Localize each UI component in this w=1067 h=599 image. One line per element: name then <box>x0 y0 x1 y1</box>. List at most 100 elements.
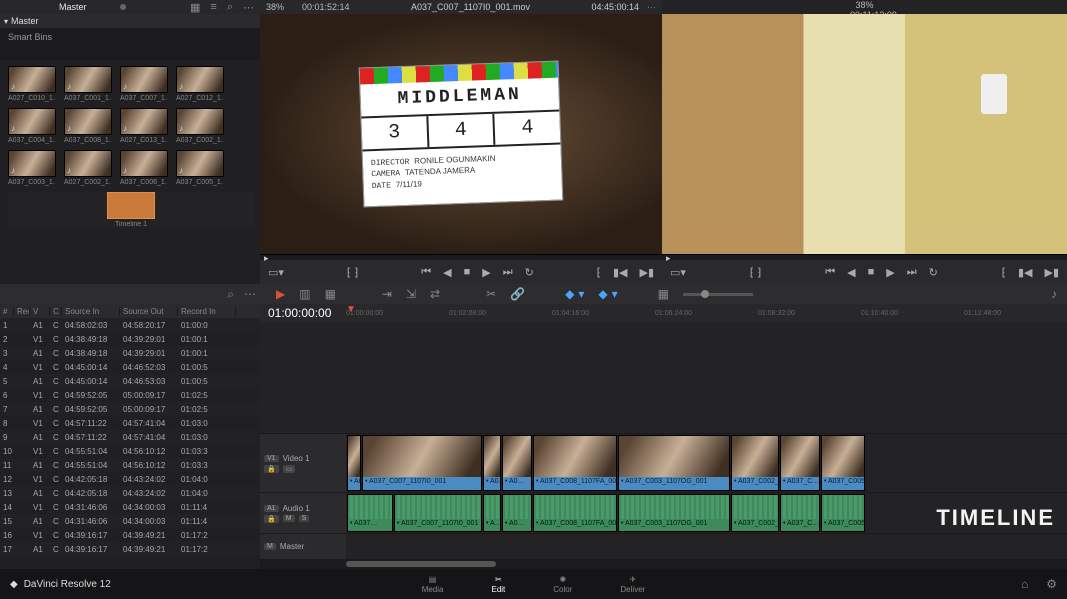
media-clip[interactable]: ♪A037_C001_1… <box>64 66 112 102</box>
idx-search-icon[interactable]: ⌕ <box>227 287 234 302</box>
idx-options-icon[interactable]: ⋯ <box>244 287 256 302</box>
edit-index-row[interactable]: 17A1C04:39:16:1704:39:49:2101:17:2 <box>0 542 260 556</box>
selection-tool-icon[interactable]: ▥ <box>299 287 310 301</box>
timeline-video-clip[interactable]: • A037_C… <box>780 435 820 491</box>
media-clip[interactable]: ♪A027_C002_1… <box>64 150 112 186</box>
insert-icon[interactable]: ⇥ <box>382 287 392 301</box>
edit-index-row[interactable]: 12V1C04:42:05:1804:43:24:0201:04:0 <box>0 472 260 486</box>
options-icon[interactable]: ⋯ <box>243 1 254 14</box>
edit-index-row[interactable]: 13A1C04:42:05:1804:43:24:0201:04:0 <box>0 486 260 500</box>
marker-icon[interactable]: ◆ <box>598 287 607 301</box>
src-step-fwd-icon[interactable]: ⏭ <box>503 266 513 279</box>
timeline-video-clip[interactable]: • A037_C002_11… <box>731 435 779 491</box>
timeline-audio-clip[interactable]: • A037_C007_1107I0_001 <box>394 494 482 532</box>
edit-index-row[interactable]: 3A1C04:38:49:1804:39:29:0101:00:1 <box>0 346 260 360</box>
col-recin[interactable]: Record In <box>178 307 236 316</box>
timeline-video-clip[interactable]: • A037_C007_1107I0_001 <box>362 435 482 491</box>
arrow-tool-icon[interactable]: ▶ <box>276 287 285 301</box>
snap-icon[interactable]: ◆ <box>565 287 574 301</box>
blade-tool-icon[interactable]: ✂ <box>486 287 496 301</box>
src-view-mode-icon[interactable]: ▭▾ <box>268 266 284 279</box>
trim-tool-icon[interactable]: ▦ <box>325 287 336 301</box>
timeline-clip[interactable]: Timeline 1 <box>8 192 254 228</box>
page-color[interactable]: ✺Color <box>553 575 572 594</box>
rec-jogbar[interactable]: ▸ <box>662 254 1067 260</box>
master-header[interactable]: MMaster <box>260 534 346 559</box>
link-icon[interactable]: 🔗 <box>510 287 525 301</box>
col-srcout[interactable]: Source Out <box>120 307 178 316</box>
src-play-icon[interactable]: ▶ <box>482 266 490 279</box>
media-clip[interactable]: ♪A037_C004_1… <box>8 108 56 144</box>
edit-index-row[interactable]: 7A1C04:59:52:0505:00:09:1701:02:5 <box>0 402 260 416</box>
master-bin-row[interactable]: ▾ Master <box>0 14 260 28</box>
timeline-audio-clip[interactable]: • A037… <box>347 494 393 532</box>
smart-bins-header[interactable]: Smart Bins <box>0 28 260 60</box>
timeline-audio-clip[interactable]: • A037_C003_1107OG_001 <box>618 494 730 532</box>
media-clip[interactable]: ♪A037_C008_1… <box>64 108 112 144</box>
v1-clip-area[interactable]: • A037…• A037_C007_1107I0_001• A0…• A0…•… <box>346 434 1067 492</box>
timeline-video-clip[interactable]: • A037_C005… <box>821 435 865 491</box>
media-clip[interactable]: ♪A037_C007_1… <box>120 66 168 102</box>
rec-prev-edit-icon[interactable]: ▮◀ <box>1018 266 1033 279</box>
edit-index-row[interactable]: 6V1C04:59:52:0505:00:09:1701:02:5 <box>0 388 260 402</box>
v1-header[interactable]: V1Video 1 🔒▭ <box>260 434 346 492</box>
edit-index-row[interactable]: 2V1C04:38:49:1804:39:29:0101:00:1 <box>0 332 260 346</box>
flag-icon[interactable]: ▦ <box>658 287 669 301</box>
src-step-back-icon[interactable]: ◀ <box>443 266 451 279</box>
edit-index-row[interactable]: 11A1C04:55:51:0404:56:10:1201:03:3 <box>0 458 260 472</box>
page-edit[interactable]: ✂Edit <box>491 575 505 594</box>
media-clip[interactable]: ♪A037_C003_1… <box>8 150 56 186</box>
rec-first-frame-icon[interactable]: ⏮ <box>825 266 835 279</box>
timeline-audio-clip[interactable]: • A037_C002_11… <box>731 494 779 532</box>
edit-index-row[interactable]: 16V1C04:39:16:1704:39:49:2101:17:2 <box>0 528 260 542</box>
src-zoom[interactable]: 38% <box>266 2 284 12</box>
timeline-video-clip[interactable]: • A0… <box>483 435 501 491</box>
src-loop-icon[interactable]: ↻ <box>525 266 534 279</box>
v1-lock-icon[interactable]: 🔒 <box>264 465 279 473</box>
search-icon[interactable]: ⌕ <box>227 1 233 14</box>
timeline-video-clip[interactable]: • A037_C008_1107FA_001 <box>533 435 617 491</box>
a1-mute-icon[interactable]: M <box>283 515 295 522</box>
media-clip[interactable]: ♪A037_C005_1… <box>176 150 224 186</box>
rec-loop-icon[interactable]: ↻ <box>929 266 938 279</box>
timeline-audio-clip[interactable]: • A… <box>483 494 501 532</box>
src-next-edit-icon[interactable]: ▶▮ <box>639 266 654 279</box>
a1-header[interactable]: A1Audio 1 🔒MS <box>260 493 346 533</box>
overwrite-icon[interactable]: ⇲ <box>406 287 416 301</box>
rec-zoom[interactable]: 38% <box>855 0 873 10</box>
media-clip[interactable]: ♪A027_C010_1… <box>8 66 56 102</box>
timeline-audio-clip[interactable]: • A037_C008_1107FA_001 <box>533 494 617 532</box>
src-jogbar[interactable]: ▸ <box>260 254 662 260</box>
a1-solo-icon[interactable]: S <box>299 515 310 522</box>
rec-stop-icon[interactable]: ■ <box>868 266 875 278</box>
timeline-audio-clip[interactable]: • A0… <box>502 494 532 532</box>
rec-play-icon[interactable]: ▶ <box>886 266 894 279</box>
col-ree[interactable]: Ree <box>14 307 30 316</box>
a1-lock-icon[interactable]: 🔒 <box>264 515 279 523</box>
master-clip-area[interactable] <box>346 534 1067 559</box>
src-options-icon[interactable]: ⋯ <box>647 2 656 13</box>
col-c[interactable]: C <box>50 307 62 316</box>
page-deliver[interactable]: ✈Deliver <box>620 575 645 594</box>
edit-index-row[interactable]: 10V1C04:55:51:0404:56:10:1201:03:3 <box>0 444 260 458</box>
col-v[interactable]: V <box>30 307 50 316</box>
replace-icon[interactable]: ⇄ <box>430 287 440 301</box>
rec-mark-in-icon[interactable]: ⁅ <box>1002 266 1006 279</box>
media-clip[interactable]: ♪A027_C013_1… <box>120 108 168 144</box>
timeline-audio-clip[interactable]: • A037_C… <box>780 494 820 532</box>
src-mark-in-icon[interactable]: ⁅ <box>597 266 601 279</box>
record-viewer[interactable] <box>662 14 1067 254</box>
playhead-icon[interactable]: ▼ <box>346 304 356 315</box>
rec-next-edit-icon[interactable]: ▶▮ <box>1044 266 1059 279</box>
timeline-hscroll[interactable] <box>260 559 1067 569</box>
media-clip[interactable]: ♪A027_C012_1… <box>176 66 224 102</box>
edit-index-row[interactable]: 15A1C04:31:46:0604:34:00:0301:11:4 <box>0 514 260 528</box>
home-icon[interactable]: ⌂ <box>1021 577 1028 591</box>
media-clip[interactable]: ♪A037_C002_1… <box>176 108 224 144</box>
settings-gear-icon[interactable]: ⚙ <box>1046 577 1057 591</box>
v1-disable-icon[interactable]: ▭ <box>283 465 296 473</box>
timeline-video-clip[interactable]: • A0… <box>502 435 532 491</box>
src-matchframe-icon[interactable]: ⁅ ⁆ <box>347 266 359 279</box>
edit-index-row[interactable]: 8V1C04:57:11:2204:57:41:0401:03:0 <box>0 416 260 430</box>
rec-matchframe-icon[interactable]: ⁅ ⁆ <box>750 266 762 279</box>
